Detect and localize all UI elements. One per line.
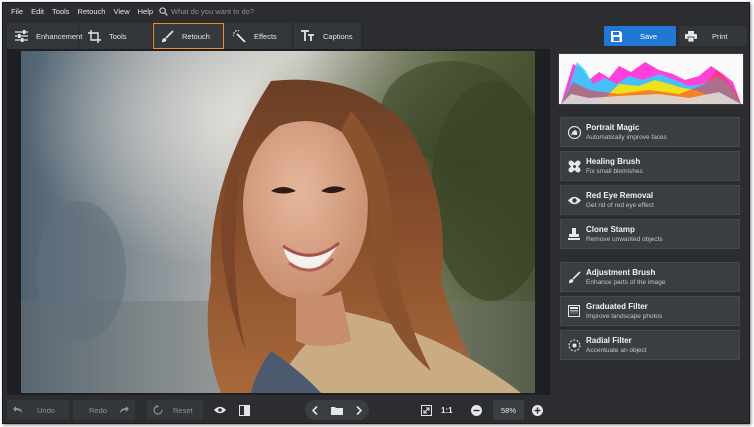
zoom-out-button[interactable] [469,400,483,420]
print-button[interactable]: Print [679,26,747,46]
print-label: Print [712,31,728,41]
redo-label: Redo [89,405,107,415]
save-label: Save [640,31,658,41]
before-after-icon [238,404,250,416]
brush-icon [564,267,584,287]
menu-view[interactable]: View [109,7,133,16]
floppy-icon [611,30,622,42]
actual-size-button[interactable]: 1:1 [441,400,453,420]
tool-clone-stamp[interactable]: Clone Stamp Remove unwanted objects [560,219,740,249]
bottom-toolbar: Undo Redo Reset 1:1 58% [3,395,749,423]
tool-desc: Accentuate an object [586,346,647,354]
bandage-icon [564,156,584,176]
portrait-photo[interactable] [21,51,535,393]
minus-circle-icon [470,404,482,416]
brush-icon [160,29,174,43]
search-icon [159,7,168,16]
radial-icon [564,335,584,355]
tab-label: Captions [323,31,353,41]
redo-button[interactable]: Redo [73,400,135,420]
undo-icon [13,406,22,413]
retouch-panel: Portrait Magic Automatically improve fac… [556,49,747,395]
tab-captions[interactable]: Captions [293,23,362,49]
tool-title: Portrait Magic [586,122,640,132]
tool-radial-filter[interactable]: Radial Filter Accentuate an object [560,330,740,360]
tool-title: Red Eye Removal [586,190,654,200]
tab-retouch[interactable]: Retouch [153,23,224,49]
zoom-level[interactable]: 58% [493,400,524,420]
tab-label: Effects [254,31,277,41]
tool-portrait-magic[interactable]: Portrait Magic Automatically improve fac… [560,117,740,147]
zoom-in-button[interactable] [530,400,544,420]
magic-wand-icon [232,29,246,43]
app-window: File Edit Tools Retouch View Help Enhanc… [2,2,750,424]
search-input[interactable] [171,7,282,16]
tab-label: Tools [109,31,127,41]
tool-title: Adjustment Brush [586,267,656,277]
main-toolbar: Enhancement Tools Retouch Effects Captio… [3,23,749,49]
histogram [558,53,744,105]
tool-title: Clone Stamp [586,224,635,234]
portrait-icon [564,122,584,142]
sliders-icon [15,29,28,43]
eye-icon [214,406,226,414]
tool-desc: Improve landscape photos [586,312,663,320]
tool-title: Healing Brush [586,156,641,166]
redo-icon [119,406,129,413]
plus-circle-icon [531,404,543,416]
reset-label: Reset [173,405,193,415]
tool-graduated-filter[interactable]: Graduated Filter Improve landscape photo… [560,296,740,326]
stamp-icon [564,224,584,244]
tab-effects[interactable]: Effects [224,23,293,49]
printer-icon [685,30,697,42]
tool-title: Graduated Filter [586,301,648,311]
tool-adjustment-brush[interactable]: Adjustment Brush Enhance parts of the im… [560,262,740,292]
preview-toggle[interactable] [211,400,229,420]
undo-label: Undo [37,405,55,415]
text-icon [301,29,315,43]
mode-tabs: Enhancement Tools Retouch Effects Captio… [7,23,362,49]
crop-icon [87,29,101,43]
eye-icon [564,190,584,210]
menu-bar: File Edit Tools Retouch View Help [3,3,749,20]
image-canvas[interactable] [7,49,550,395]
tool-desc: Get rid of red eye effect [586,201,654,209]
reset-icon [153,405,163,415]
menu-file[interactable]: File [7,7,27,16]
menu-edit[interactable]: Edit [27,7,48,16]
save-button[interactable]: Save [604,26,676,46]
folder-icon[interactable] [330,406,343,415]
menu-help[interactable]: Help [134,7,157,16]
menu-tools[interactable]: Tools [48,7,74,16]
undo-button[interactable]: Undo [7,400,69,420]
menu-retouch[interactable]: Retouch [74,7,110,16]
chevron-left-icon[interactable] [311,405,318,415]
chevron-right-icon[interactable] [356,405,363,415]
tab-label: Retouch [182,31,210,41]
compare-button[interactable] [235,400,253,420]
tool-healing-brush[interactable]: Healing Brush Fix small blemishes [560,151,740,181]
tool-desc: Fix small blemishes [586,167,643,175]
tool-desc: Automatically improve faces [586,133,667,141]
fit-screen-icon [420,404,432,416]
gradient-icon [564,301,584,321]
tab-label: Enhancement [36,31,83,41]
image-navigation [305,400,369,420]
tab-tools[interactable]: Tools [79,23,153,49]
tool-title: Radial Filter [586,335,632,345]
fit-to-screen-button[interactable] [418,400,434,420]
tool-desc: Enhance parts of the image [586,278,666,286]
tool-red-eye-removal[interactable]: Red Eye Removal Get rid of red eye effec… [560,185,740,215]
search-box [159,7,282,16]
reset-button[interactable]: Reset [147,400,203,420]
tool-desc: Remove unwanted objects [586,235,663,243]
tab-enhancement[interactable]: Enhancement [7,23,83,49]
